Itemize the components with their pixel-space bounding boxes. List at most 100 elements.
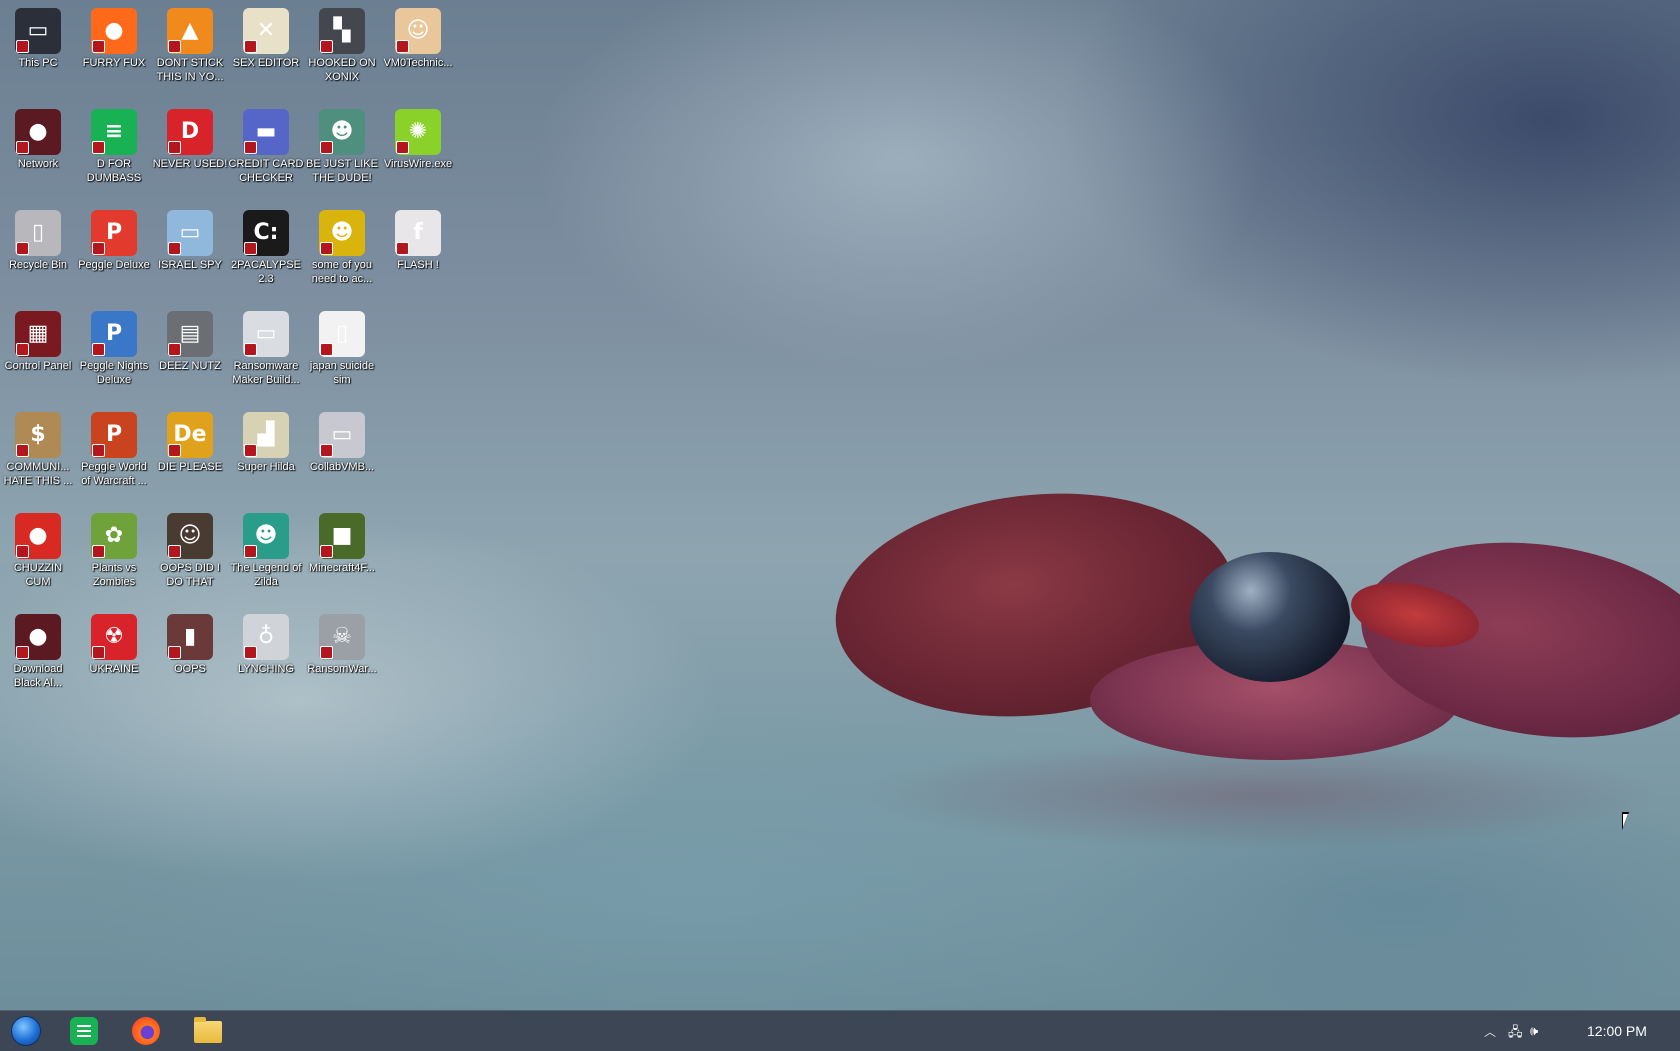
desktop-icon[interactable]: ✺ VirusWire.exe: [380, 103, 456, 201]
desktop-icon[interactable]: ☻ The Legend of Zilda: [228, 507, 304, 605]
desktop-icon[interactable]: D NEVER USED!: [152, 103, 228, 201]
desktop-icon-label: DONT STICK THIS IN YO...: [156, 57, 224, 83]
desktop-icon-label: CREDIT CARD CHECKER: [228, 158, 304, 184]
lime-icon: ✺: [395, 109, 441, 155]
desktop-icon[interactable]: ♁ LYNCHING: [228, 608, 304, 706]
desktop-icon[interactable]: P Peggle Nights Deluxe: [76, 305, 152, 403]
desktop-icon[interactable]: ● FURRY FUX: [76, 2, 152, 100]
desktop-icon-label: FLASH !: [397, 259, 439, 271]
shortcut-arrow-icon: [396, 141, 409, 154]
desktop-icon[interactable]: ☠ RansomWar...: [304, 608, 380, 706]
desktop-icon[interactable]: f FLASH !: [380, 204, 456, 302]
desktop-icon[interactable]: ☻ some of you need to ac...: [304, 204, 380, 302]
desktop-icon-label: D FOR DUMBASS: [86, 158, 142, 184]
shortcut-arrow-icon: [168, 343, 181, 356]
desktop-icon[interactable]: ▭ ISRAEL SPY: [152, 204, 228, 302]
shortcut-arrow-icon: [92, 444, 105, 457]
desktop-icon-label: Peggle Nights Deluxe: [79, 360, 149, 386]
desktop-icon[interactable]: ▟ Super Hilda: [228, 406, 304, 504]
wallpaper-droplet: [1190, 552, 1350, 682]
desktop-icon-label: LYNCHING: [237, 663, 295, 675]
desktop-icon[interactable]: P Peggle World of Warcraft ...: [76, 406, 152, 504]
desktop-icon[interactable]: ● CHUZZIN CUM: [0, 507, 76, 605]
taskbar: ︿ 🖧 🕪 12:00 PM: [0, 1010, 1680, 1051]
shortcut-arrow-icon: [16, 242, 29, 255]
desktop-icon[interactable]: ≡ D FOR DUMBASS: [76, 103, 152, 201]
shortcut-arrow-icon: [16, 343, 29, 356]
shortcut-arrow-icon: [396, 40, 409, 53]
peggle-nights-icon: P: [91, 311, 137, 357]
desktop-icon[interactable]: ☺ OOPS DID I DO THAT: [152, 507, 228, 605]
desktop-icon[interactable]: ☻ BE JUST LIKE THE DUDE!: [304, 103, 380, 201]
desktop-icon[interactable]: De DIE PLEASE: [152, 406, 228, 504]
desktop-icon-label: ISRAEL SPY: [158, 259, 222, 271]
taskbar-firefox-button[interactable]: [126, 1015, 166, 1047]
shortcut-arrow-icon: [244, 646, 257, 659]
desktop-icon[interactable]: ▭ Ransomware Maker Build...: [228, 305, 304, 403]
desktop-icon[interactable]: ● Download Black Al...: [0, 608, 76, 706]
monitor-icon: ▭: [319, 412, 365, 458]
desktop-icon-label: VirusWire.exe: [383, 158, 453, 170]
volume-icon[interactable]: 🕪: [1530, 1023, 1538, 1039]
taskbar-file-explorer-button[interactable]: [188, 1015, 228, 1047]
desktop-icon-label: COMMUNI... HATE THIS ...: [3, 461, 73, 487]
desktop-icon-label: NEVER USED!: [152, 158, 228, 170]
taskbar-notes-button[interactable]: [64, 1015, 104, 1047]
pixel-hero-icon: ☻: [243, 513, 289, 559]
desktop-icon[interactable]: ✕ SEX EDITOR: [228, 2, 304, 100]
desktop-icon[interactable]: ▯ Recycle Bin: [0, 204, 76, 302]
desktop-icon-label: RansomWar...: [307, 663, 377, 675]
network-orb-icon: ●: [15, 109, 61, 155]
desktop-icon[interactable]: ■ Minecraft4F...: [304, 507, 380, 605]
shortcut-arrow-icon: [168, 545, 181, 558]
shortcut-arrow-icon: [16, 646, 29, 659]
shortcut-arrow-icon: [168, 141, 181, 154]
shortcut-arrow-icon: [16, 141, 29, 154]
show-hidden-icons-chevron-icon[interactable]: ︿: [1484, 1023, 1496, 1040]
shortcut-arrow-icon: [320, 444, 333, 457]
control-panel-icon: ▦: [15, 311, 61, 357]
desktop-icon[interactable]: ▚ HOOKED ON XONIX: [304, 2, 380, 100]
desktop-icon[interactable]: C: 2PACALYPSE 2.3: [228, 204, 304, 302]
desktop-icon[interactable]: ● Network: [0, 103, 76, 201]
desktop-icon[interactable]: $ COMMUNI... HATE THIS ...: [0, 406, 76, 504]
desktop-icon[interactable]: ✿ Plants vs Zombies: [76, 507, 152, 605]
desktop-icon[interactable]: ☢ UKRAINE: [76, 608, 152, 706]
desktop-icon[interactable]: ▭ CollabVMB...: [304, 406, 380, 504]
shortcut-arrow-icon: [92, 545, 105, 558]
computer-icon: ▭: [15, 8, 61, 54]
taskbar-clock[interactable]: 12:00 PM: [1587, 1023, 1647, 1039]
desktop-icon[interactable]: ▬ CREDIT CARD CHECKER: [228, 103, 304, 201]
desktop-icon[interactable]: ▲ DONT STICK THIS IN YO...: [152, 2, 228, 100]
notes-app-icon: [70, 1017, 98, 1045]
desktop-icon[interactable]: ▭ This PC: [0, 2, 76, 100]
start-button[interactable]: [6, 1015, 46, 1047]
shortcut-arrow-icon: [244, 343, 257, 356]
desktop-icon[interactable]: ▮ OOPS: [152, 608, 228, 706]
desktop-icon-label: OOPS DID I DO THAT: [160, 562, 220, 588]
desktop-icon-label: Network: [17, 158, 59, 170]
desktop-icon[interactable]: P Peggle Deluxe: [76, 204, 152, 302]
shortcut-arrow-icon: [92, 646, 105, 659]
desktop-icon[interactable]: ▤ DEEZ NUTZ: [152, 305, 228, 403]
desktop-icon[interactable]: ▯ japan suicide sim: [304, 305, 380, 403]
shortcut-arrow-icon: [168, 242, 181, 255]
shortcut-arrow-icon: [168, 444, 181, 457]
skull-icon: ☠: [319, 614, 365, 660]
dark-orb-icon: ●: [15, 614, 61, 660]
grass-block-icon: ■: [319, 513, 365, 559]
shortcut-arrow-icon: [244, 141, 257, 154]
shortcut-arrow-icon: [320, 141, 333, 154]
desktop-icon-label: VM0Technic...: [383, 57, 453, 69]
desktop-icon-label: Download Black Al...: [13, 663, 63, 689]
firefox-icon: ●: [91, 8, 137, 54]
desktop-icon[interactable]: ☺ VM0Technic...: [380, 2, 456, 100]
desktop-icon-label: UKRAINE: [89, 663, 139, 675]
desktop-icon[interactable]: ▦ Control Panel: [0, 305, 76, 403]
desktop-icon-label: Minecraft4F...: [308, 562, 376, 574]
desktop-icon-label: DEEZ NUTZ: [159, 360, 221, 372]
peggle-icon: P: [91, 210, 137, 256]
network-status-icon[interactable]: 🖧: [1508, 1023, 1523, 1045]
pvz-flower-icon: ✿: [91, 513, 137, 559]
vlc-cone-icon: ▲: [167, 8, 213, 54]
